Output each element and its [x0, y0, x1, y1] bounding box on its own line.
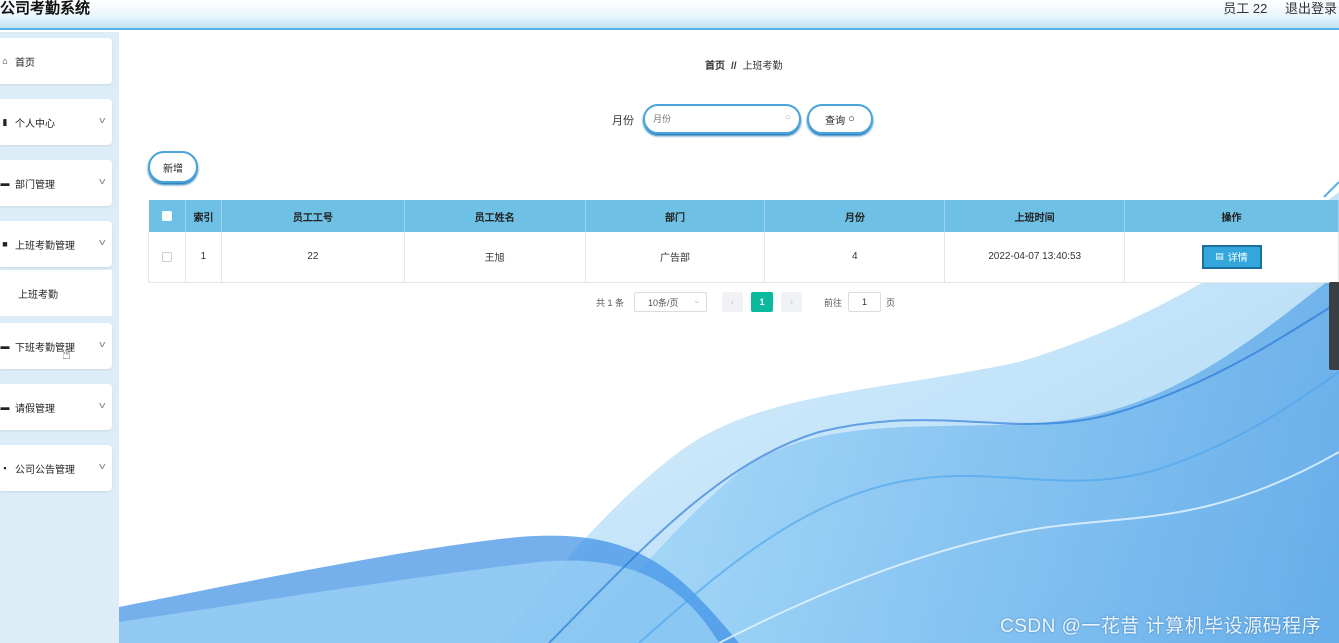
prev-page-button[interactable]: ‹ — [722, 292, 744, 312]
sidebar-item-label: 请假管理 — [15, 403, 55, 415]
logout-link[interactable]: 退出登录 — [1285, 1, 1337, 16]
breadcrumb-current: 上班考勤 — [742, 61, 783, 72]
cell-checkin-time: 2022-04-07 13:40:53 — [944, 232, 1126, 283]
query-button[interactable]: 查询 ○ — [807, 104, 873, 134]
page-number-current[interactable]: 1 — [751, 292, 774, 312]
goto-page-input[interactable]: 1 — [848, 292, 882, 312]
next-page-button[interactable]: › — [781, 292, 803, 312]
cell-employee-id: 22 — [221, 232, 405, 283]
cell-month: 4 — [764, 232, 946, 283]
sidebar-item-notice[interactable]: ▪ 公司公告管理 v — [0, 445, 112, 491]
column-header[interactable]: 索引 — [185, 200, 222, 232]
current-user: 员工 22 — [1223, 1, 1268, 16]
month-label: 月份 — [612, 115, 634, 127]
main-content: 首页//上班考勤 月份 ○ 查询○ 新增 索引 员工工号 员工姓名 部门 月份 … — [119, 32, 1339, 643]
chevron-down-icon: ⌄ — [693, 296, 701, 305]
pagination-total: 共 1 条 — [596, 297, 625, 308]
search-icon: ○ — [784, 112, 791, 123]
home-icon: ⌂ — [2, 56, 8, 66]
cell-employee-name: 王旭 — [404, 232, 586, 283]
detail-button[interactable]: ▤ 详情 — [1201, 244, 1262, 269]
column-header: 操作 — [1124, 200, 1339, 232]
chevron-down-icon: v — [98, 115, 105, 125]
hand-cursor-icon: ☝ — [62, 346, 72, 363]
select-all-header — [148, 200, 186, 232]
chevron-down-icon: v — [98, 461, 105, 471]
sidebar: ⌂ 首页 ▮ 个人中心 v ▬ 部门管理 v ■ 上班考勤管理 v 上班考勤 ▬… — [0, 32, 119, 643]
chevron-down-icon: v — [98, 339, 105, 349]
monitor-icon: ▬ — [0, 341, 10, 351]
month-search-input[interactable] — [653, 112, 777, 126]
sidebar-item-checkin[interactable]: ■ 上班考勤管理 v — [0, 221, 112, 267]
sidebar-item-label: 公司公告管理 — [15, 464, 75, 476]
breadcrumb-home[interactable]: 首页 — [705, 61, 725, 72]
chevron-down-icon: v — [98, 400, 105, 410]
sidebar-item-label: 个人中心 — [15, 118, 55, 130]
detail-button-label: 详情 — [1227, 253, 1248, 265]
side-scroll-handle[interactable] — [1329, 282, 1339, 370]
row-select-cell — [148, 232, 186, 283]
user-icon: ▮ — [2, 116, 8, 127]
month-search-box[interactable]: ○ — [643, 104, 801, 134]
cell-actions: ▤ 详情 — [1124, 232, 1339, 283]
sidebar-item-label: 首页 — [15, 57, 35, 69]
watermark: CSDN @一花昔 计算机毕设源码程序 — [1000, 616, 1322, 637]
table-header-row: 索引 员工工号 员工姓名 部门 月份 上班时间 操作 — [148, 200, 1339, 232]
sidebar-item-label: 部门管理 — [15, 179, 55, 191]
column-header[interactable]: 上班时间 — [944, 200, 1126, 232]
breadcrumb: 首页 // 上班考勤 — [705, 57, 783, 72]
cell-index: 1 — [185, 232, 222, 283]
page-size-select[interactable]: 10条/页 ⌄ — [634, 292, 708, 312]
goto-label: 前往 — [824, 297, 843, 308]
query-button-label: 查询 — [825, 115, 846, 127]
breadcrumb-separator: // — [731, 61, 737, 72]
camera-icon: ■ — [2, 239, 8, 249]
table-row: 1 22 王旭 广告部 4 2022-04-07 13:40:53 ▤ 详情 — [148, 232, 1339, 283]
grid-icon: ▪ — [3, 463, 7, 473]
sidebar-item-home[interactable]: ⌂ 首页 — [0, 38, 112, 84]
page-suffix: 页 — [886, 297, 896, 308]
attendance-table: 索引 员工工号 员工姓名 部门 月份 上班时间 操作 1 22 王旭 广告部 4… — [148, 200, 1339, 283]
column-header[interactable]: 员工工号 — [221, 200, 405, 232]
folder-icon: ▬ — [0, 178, 10, 188]
calendar-icon: ▬ — [0, 402, 10, 412]
chevron-down-icon: v — [98, 176, 105, 186]
sidebar-item-checkout[interactable]: ▬ 下班考勤管理 v — [0, 323, 112, 369]
submenu-item-checkin[interactable]: 上班考勤 — [0, 270, 112, 316]
column-header[interactable]: 月份 — [764, 200, 946, 232]
chevron-down-icon: v — [98, 237, 105, 247]
top-bar: 公司考勤系统 员工 22 退出登录 — [0, 0, 1339, 30]
add-button[interactable]: 新增 — [148, 151, 198, 183]
search-icon: ○ — [848, 113, 855, 125]
sidebar-item-leave[interactable]: ▬ 请假管理 v — [0, 384, 112, 430]
user-area: 员工 22 退出登录 — [1209, 0, 1337, 18]
row-checkbox[interactable] — [161, 251, 172, 262]
sidebar-item-department[interactable]: ▬ 部门管理 v — [0, 160, 112, 206]
page-size-value: 10条/页 — [648, 297, 679, 308]
sidebar-item-personal-center[interactable]: ▮ 个人中心 v — [0, 99, 112, 145]
select-all-checkbox[interactable] — [161, 210, 172, 221]
column-header[interactable]: 部门 — [585, 200, 766, 232]
sidebar-item-label: 上班考勤管理 — [15, 240, 75, 252]
column-header[interactable]: 员工姓名 — [404, 200, 586, 232]
pagination: 共 1 条 10条/页 ⌄ ‹ 1 › 前往 1 页 — [596, 292, 895, 312]
cell-department: 广告部 — [585, 232, 766, 283]
document-icon: ▤ — [1215, 251, 1224, 262]
app-title: 公司考勤系统 — [0, 0, 91, 17]
